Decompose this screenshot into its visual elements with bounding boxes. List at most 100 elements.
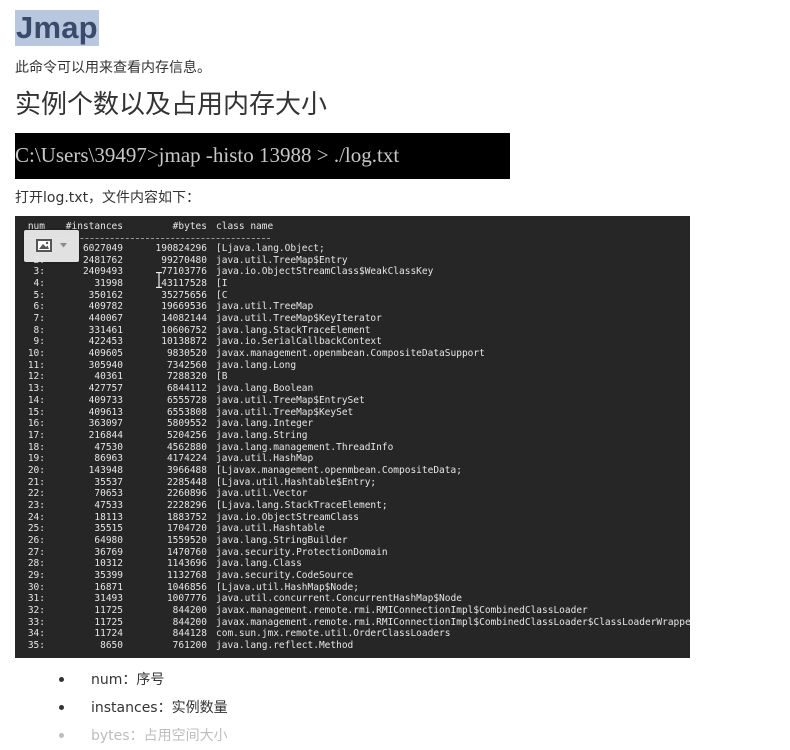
row-class-name-cell: java.lang.Class	[216, 558, 302, 570]
image-toolbar-button[interactable]	[24, 230, 79, 262]
row-class-name-cell: java.lang.Integer	[216, 418, 314, 430]
row-num-cell: 5:	[33, 289, 45, 301]
row-num-cell: 16:	[27, 418, 45, 430]
row-bytes-cell: 1007776	[166, 593, 207, 605]
row-instances-cell: 440067	[88, 313, 123, 325]
row-instances-cell: 8650	[100, 640, 123, 652]
row-bytes-cell: 4562880	[166, 441, 207, 453]
row-class-name-cell: java.security.CodeSource	[216, 570, 354, 582]
row-num-cell: 14:	[27, 394, 45, 406]
row-instances-cell: 409782	[88, 301, 123, 313]
row-instances-cell: 409613	[88, 406, 123, 418]
table-row: 8: 331461 10606752 java.lang.StackTraceElem…	[15, 325, 690, 337]
table-row: 5: 350162 35275656 [C	[15, 290, 690, 302]
text-cursor-icon	[156, 272, 162, 288]
row-instances-cell: 422453	[88, 336, 123, 348]
row-class-name-cell: java.lang.reflect.Method	[216, 640, 354, 652]
row-class-name-cell: java.util.HashMap	[216, 453, 314, 465]
row-bytes-cell: 77103776	[161, 266, 207, 278]
row-num-cell: 15:	[27, 406, 45, 418]
row-instances-cell: 35515	[94, 523, 123, 535]
intro-text: 此命令可以用来查看内存信息。	[15, 60, 211, 76]
list-item: instances：实例数量	[59, 694, 228, 722]
row-instances-cell: 331461	[88, 324, 123, 336]
row-class-name-cell: java.io.SerialCallbackContext	[216, 336, 382, 348]
table-row: 1:6027049190824296[Ljava.lang.Object;	[15, 243, 690, 255]
row-instances-cell: 40361	[94, 371, 123, 383]
row-class-name-cell: [Ljava.lang.Object;	[216, 243, 325, 254]
row-class-name-cell: java.lang.management.ThreadInfo	[216, 441, 394, 453]
row-class-name-cell: java.lang.Boolean	[216, 383, 314, 395]
table-row: 26: 64980 1559520 java.lang.StringBuilder	[15, 535, 690, 547]
row-num-cell: 34:	[27, 628, 45, 640]
row-bytes-cell: 99270480	[161, 254, 207, 266]
row-class-name-cell: java.util.Vector	[216, 488, 308, 500]
row-instances-cell: 11725	[94, 616, 123, 628]
row-num-cell: 31:	[27, 593, 45, 605]
row-instances-cell: 143948	[88, 464, 123, 476]
table-row: 12: 40361 7288320 [B	[15, 371, 690, 383]
row-bytes-cell: 1132768	[166, 570, 207, 582]
row-instances-cell: 31998	[94, 278, 123, 290]
bullet-dot	[59, 677, 64, 682]
row-class-name-cell: java.util.TreeMap$KeySet	[216, 406, 354, 418]
table-row: 24: 18113 1883752 java.io.ObjectStreamClass	[15, 512, 690, 524]
row-num-cell: 27:	[27, 546, 45, 558]
table-row: 20: 143948 3966488 [Ljavax.management.openm…	[15, 465, 690, 477]
bullet-dot	[59, 705, 64, 710]
row-class-name-cell: java.lang.StackTraceElement	[216, 324, 371, 336]
row-instances-cell: 363097	[88, 418, 123, 430]
row-bytes-cell: 5809552	[166, 418, 207, 430]
table-row: 33: 11725 844200 javax.management.remote.rm…	[15, 617, 690, 629]
histogram-screenshot: num #instances #bytes class name 1:60270…	[15, 216, 690, 658]
page-title: Jmap	[15, 10, 99, 46]
row-num-cell: 3:	[33, 266, 45, 278]
image-icon	[36, 239, 52, 252]
row-bytes-cell: 1143696	[166, 558, 207, 570]
row-num-cell: 20:	[27, 464, 45, 476]
table-row: 31: 31493 1007776 java.util.concurrent.Conc…	[15, 593, 690, 605]
table-row: 19: 86963 4174224 java.util.HashMap	[15, 453, 690, 465]
open-file-note: 打开log.txt，文件内容如下：	[15, 190, 201, 206]
list-item-text: bytes：占用空间大小	[91, 728, 228, 744]
row-class-name-cell: [Ljava.util.Hashtable$Entry;	[216, 476, 377, 488]
row-num-cell: 32:	[27, 605, 45, 617]
row-class-name-cell: java.util.TreeMap$KeyIterator	[216, 313, 382, 325]
table-row: 16: 363097 5809552 java.lang.Integer	[15, 418, 690, 430]
row-num-cell: 18:	[27, 441, 45, 453]
table-row: 7: 440067 14082144 java.util.TreeMap$KeyIte…	[15, 313, 690, 325]
table-row: 6: 409782 19669536 java.util.TreeMap	[15, 301, 690, 313]
row-num-cell: 8:	[33, 324, 45, 336]
table-row: 2:248176299270480java.util.TreeMap$Entry	[15, 255, 690, 267]
table-row: 28: 10312 1143696 java.lang.Class	[15, 558, 690, 570]
row-class-name-cell: java.util.TreeMap$Entry	[216, 254, 348, 266]
row-class-name-cell: [C	[216, 289, 228, 301]
row-bytes-cell: 6555728	[166, 394, 207, 406]
row-instances-cell: 2409493	[82, 266, 123, 278]
row-instances-cell: 47530	[94, 441, 123, 453]
table-row: 23: 47533 2228296 [Ljava.lang.StackTraceEle…	[15, 500, 690, 512]
row-class-name-cell: javax.management.remote.rmi.RMIConnectio…	[216, 605, 588, 617]
row-bytes-cell: 6844112	[166, 383, 207, 395]
row-instances-cell: 409605	[88, 348, 123, 360]
row-num-cell: 19:	[27, 453, 45, 465]
table-row: 32: 11725 844200 javax.management.remote.rm…	[15, 605, 690, 617]
row-bytes-cell: 1883752	[166, 511, 207, 523]
list-item-text: instances：实例数量	[91, 700, 228, 716]
row-instances-cell: 409733	[88, 394, 123, 406]
row-instances-cell: 11724	[94, 628, 123, 640]
row-class-name-cell: [B	[216, 371, 228, 383]
row-bytes-cell: 1470760	[166, 546, 207, 558]
row-class-name-cell: [Ljavax.management.openmbean.CompositeDa…	[216, 464, 462, 476]
row-bytes-cell: 844128	[172, 628, 207, 640]
row-instances-cell: 18113	[94, 511, 123, 523]
row-class-name-cell: java.util.concurrent.ConcurrentHashMap$N…	[216, 593, 462, 605]
row-bytes-cell: 10606752	[161, 324, 207, 336]
row-class-name-cell: java.util.Hashtable	[216, 523, 325, 535]
row-num-cell: 23:	[27, 499, 45, 511]
row-instances-cell: 10312	[94, 558, 123, 570]
row-instances-cell: 31493	[94, 593, 123, 605]
row-instances-cell: 216844	[88, 429, 123, 441]
row-bytes-cell: 5204256	[166, 429, 207, 441]
row-num-cell: 17:	[27, 429, 45, 441]
